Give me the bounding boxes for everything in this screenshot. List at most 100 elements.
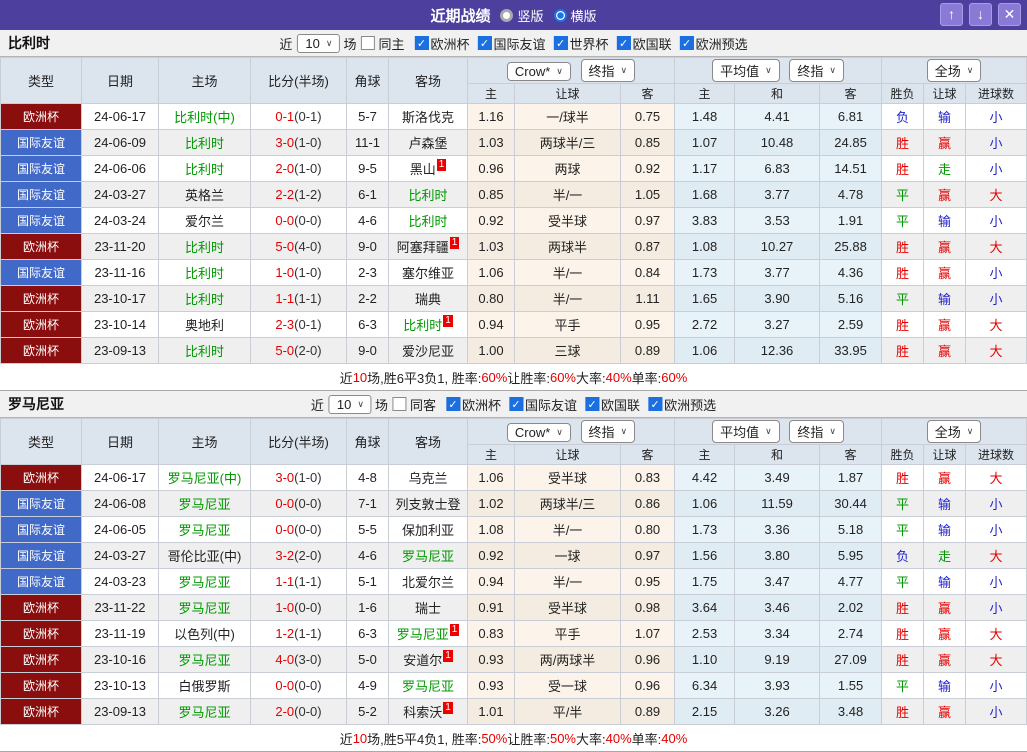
final-index-select-1[interactable]: 终指∨ <box>581 420 636 443</box>
col-home: 主场 <box>159 419 251 465</box>
competition-checkbox[interactable]: ✓ <box>648 397 662 411</box>
chevron-down-icon: ∨ <box>326 38 333 49</box>
competition-checkbox[interactable]: ✓ <box>554 36 568 50</box>
date-cell: 24-03-27 <box>82 182 159 208</box>
average-select[interactable]: 平均值∨ <box>712 59 780 82</box>
date-cell: 23-10-16 <box>82 647 159 673</box>
full-match-select[interactable]: 全场∨ <box>927 420 982 443</box>
date-cell: 23-10-13 <box>82 673 159 699</box>
final-index-select-1[interactable]: 终指∨ <box>581 59 636 82</box>
chevron-down-icon: ∨ <box>765 426 772 437</box>
competition-checkbox[interactable]: ✓ <box>509 397 523 411</box>
col-type: 类型 <box>1 419 82 465</box>
home-team-cell: 罗马尼亚 <box>159 595 251 621</box>
competition-filters: ✓欧洲杯✓国际友谊✓世界杯✓欧国联✓欧洲预选 <box>409 34 748 53</box>
crow-odds-group: Crow*∨ 终指∨ <box>468 419 675 445</box>
match-count-select[interactable]: 10 ∨ <box>296 34 339 53</box>
results-table: 类型 日期 主场 比分(半场) 角球 客场 Crow*∨ 终指∨ 平均值∨ 终指… <box>0 418 1027 725</box>
move-down-button[interactable]: ↓ <box>969 3 992 26</box>
competition-cell: 欧洲杯 <box>1 104 82 130</box>
layout-horizontal-option[interactable]: 横版 <box>554 6 597 25</box>
competition-cell: 欧洲杯 <box>1 621 82 647</box>
same-venue-checkbox[interactable] <box>392 397 406 411</box>
corner-cell: 11-1 <box>347 130 389 156</box>
result-wdl-cell: 平 <box>882 517 924 543</box>
table-header: 类型 日期 主场 比分(半场) 角球 客场 Crow*∨ 终指∨ 平均值∨ 终指… <box>1 419 1027 465</box>
result-handicap-cell: 赢 <box>924 182 966 208</box>
team-name-text: 比利时 <box>185 292 224 307</box>
same-venue-checkbox[interactable] <box>361 36 375 50</box>
corner-cell: 2-3 <box>347 260 389 286</box>
card-badge: 1 <box>443 650 453 662</box>
match-count-select[interactable]: 10 ∨ <box>328 395 371 414</box>
result-goals-cell: 大 <box>966 234 1027 260</box>
crow-away-odds-cell: 0.87 <box>621 234 675 260</box>
team-name-text: 罗马尼亚 <box>178 653 230 668</box>
bookmaker-select[interactable]: Crow*∨ <box>507 62 571 81</box>
filter-bar: 比利时 近 10 ∨ 场 同主 ✓欧洲杯✓国际友谊✓世界杯✓欧国联✓欧洲预选 <box>0 30 1027 57</box>
result-wdl-cell: 平 <box>882 286 924 312</box>
table-body: 欧洲杯 24-06-17 比利时(中) 0-1(0-1) 5-7 斯洛伐克 1.… <box>1 104 1027 364</box>
avg-home-odds-cell: 2.15 <box>675 699 735 725</box>
corner-cell: 5-0 <box>347 647 389 673</box>
summary-text: 近10场,胜6平3负1, 胜率:60% 让胜率:60% 大率:40% 单率:60… <box>0 364 1027 391</box>
full-time-score: 5-0 <box>275 239 294 254</box>
crow-handicap-cell: 受半球 <box>515 595 621 621</box>
result-wdl-cell: 胜 <box>882 260 924 286</box>
result-handicap-cell: 赢 <box>924 595 966 621</box>
result-wdl-cell: 胜 <box>882 699 924 725</box>
crow-away-odds-cell: 0.97 <box>621 208 675 234</box>
avg-draw-odds-cell: 3.90 <box>735 286 820 312</box>
competition-checkbox[interactable]: ✓ <box>617 36 631 50</box>
crow-away-odds-cell: 0.97 <box>621 543 675 569</box>
competition-checkbox[interactable]: ✓ <box>680 36 694 50</box>
crow-away-odds-cell: 0.95 <box>621 569 675 595</box>
competition-checkbox[interactable]: ✓ <box>415 36 429 50</box>
away-team-cell: 罗马尼亚 <box>389 673 468 699</box>
score-cell: 3-0(1-0) <box>251 130 347 156</box>
half-time-score: (1-0) <box>294 161 321 176</box>
result-handicap-cell: 输 <box>924 517 966 543</box>
final-index-select-2[interactable]: 终指∨ <box>789 420 844 443</box>
close-button[interactable]: ✕ <box>998 3 1021 26</box>
avg-draw-odds-cell: 10.27 <box>735 234 820 260</box>
result-goals-cell: 小 <box>966 130 1027 156</box>
crow-handicap-cell: 半/一 <box>515 517 621 543</box>
final-index-select-2[interactable]: 终指∨ <box>789 59 844 82</box>
result-handicap-cell: 赢 <box>924 621 966 647</box>
crow-handicap-cell: 半/一 <box>515 286 621 312</box>
result-goals-cell: 大 <box>966 465 1027 491</box>
match-row: 国际友谊 24-06-08 罗马尼亚 0-0(0-0) 7-1 列支敦士登 1.… <box>1 491 1027 517</box>
home-team-cell: 比利时 <box>159 130 251 156</box>
average-select[interactable]: 平均值∨ <box>712 420 780 443</box>
competition-checkbox[interactable]: ✓ <box>478 36 492 50</box>
team-name-text: 罗马尼亚 <box>178 601 230 616</box>
layout-vertical-option[interactable]: 竖版 <box>500 6 543 25</box>
crow-home-odds-cell: 0.94 <box>468 569 515 595</box>
away-team-cell: 比利时 <box>389 182 468 208</box>
away-team-cell: 乌克兰 <box>389 465 468 491</box>
table-body: 欧洲杯 24-06-17 罗马尼亚(中) 3-0(1-0) 4-8 乌克兰 1.… <box>1 465 1027 725</box>
full-time-score: 1-1 <box>275 291 294 306</box>
date-cell: 24-06-06 <box>82 156 159 182</box>
competition-checkbox[interactable]: ✓ <box>446 397 460 411</box>
full-match-select[interactable]: 全场∨ <box>927 59 982 82</box>
avg-home-odds-cell: 2.53 <box>675 621 735 647</box>
move-up-button[interactable]: ↑ <box>940 3 963 26</box>
score-cell: 0-0(0-0) <box>251 517 347 543</box>
competition-cell: 欧洲杯 <box>1 647 82 673</box>
chevron-down-icon: ∨ <box>556 66 563 77</box>
competition-checkbox[interactable]: ✓ <box>585 397 599 411</box>
bookmaker-select[interactable]: Crow*∨ <box>507 423 571 442</box>
summary-part: 近 <box>340 729 353 748</box>
avg-draw-odds-cell: 11.59 <box>735 491 820 517</box>
competition-cell: 欧洲杯 <box>1 465 82 491</box>
crow-away-odds-cell: 0.92 <box>621 156 675 182</box>
average-odds-group: 平均值∨ 终指∨ <box>675 419 882 445</box>
chevron-down-icon: ∨ <box>621 65 628 76</box>
competition-cell: 欧洲杯 <box>1 338 82 364</box>
fulltime-group: 全场∨ <box>882 419 1027 445</box>
summary-part: 单率: <box>632 368 662 387</box>
team-name-text: 罗马尼亚 <box>402 679 454 694</box>
score-cell: 5-0(2-0) <box>251 338 347 364</box>
